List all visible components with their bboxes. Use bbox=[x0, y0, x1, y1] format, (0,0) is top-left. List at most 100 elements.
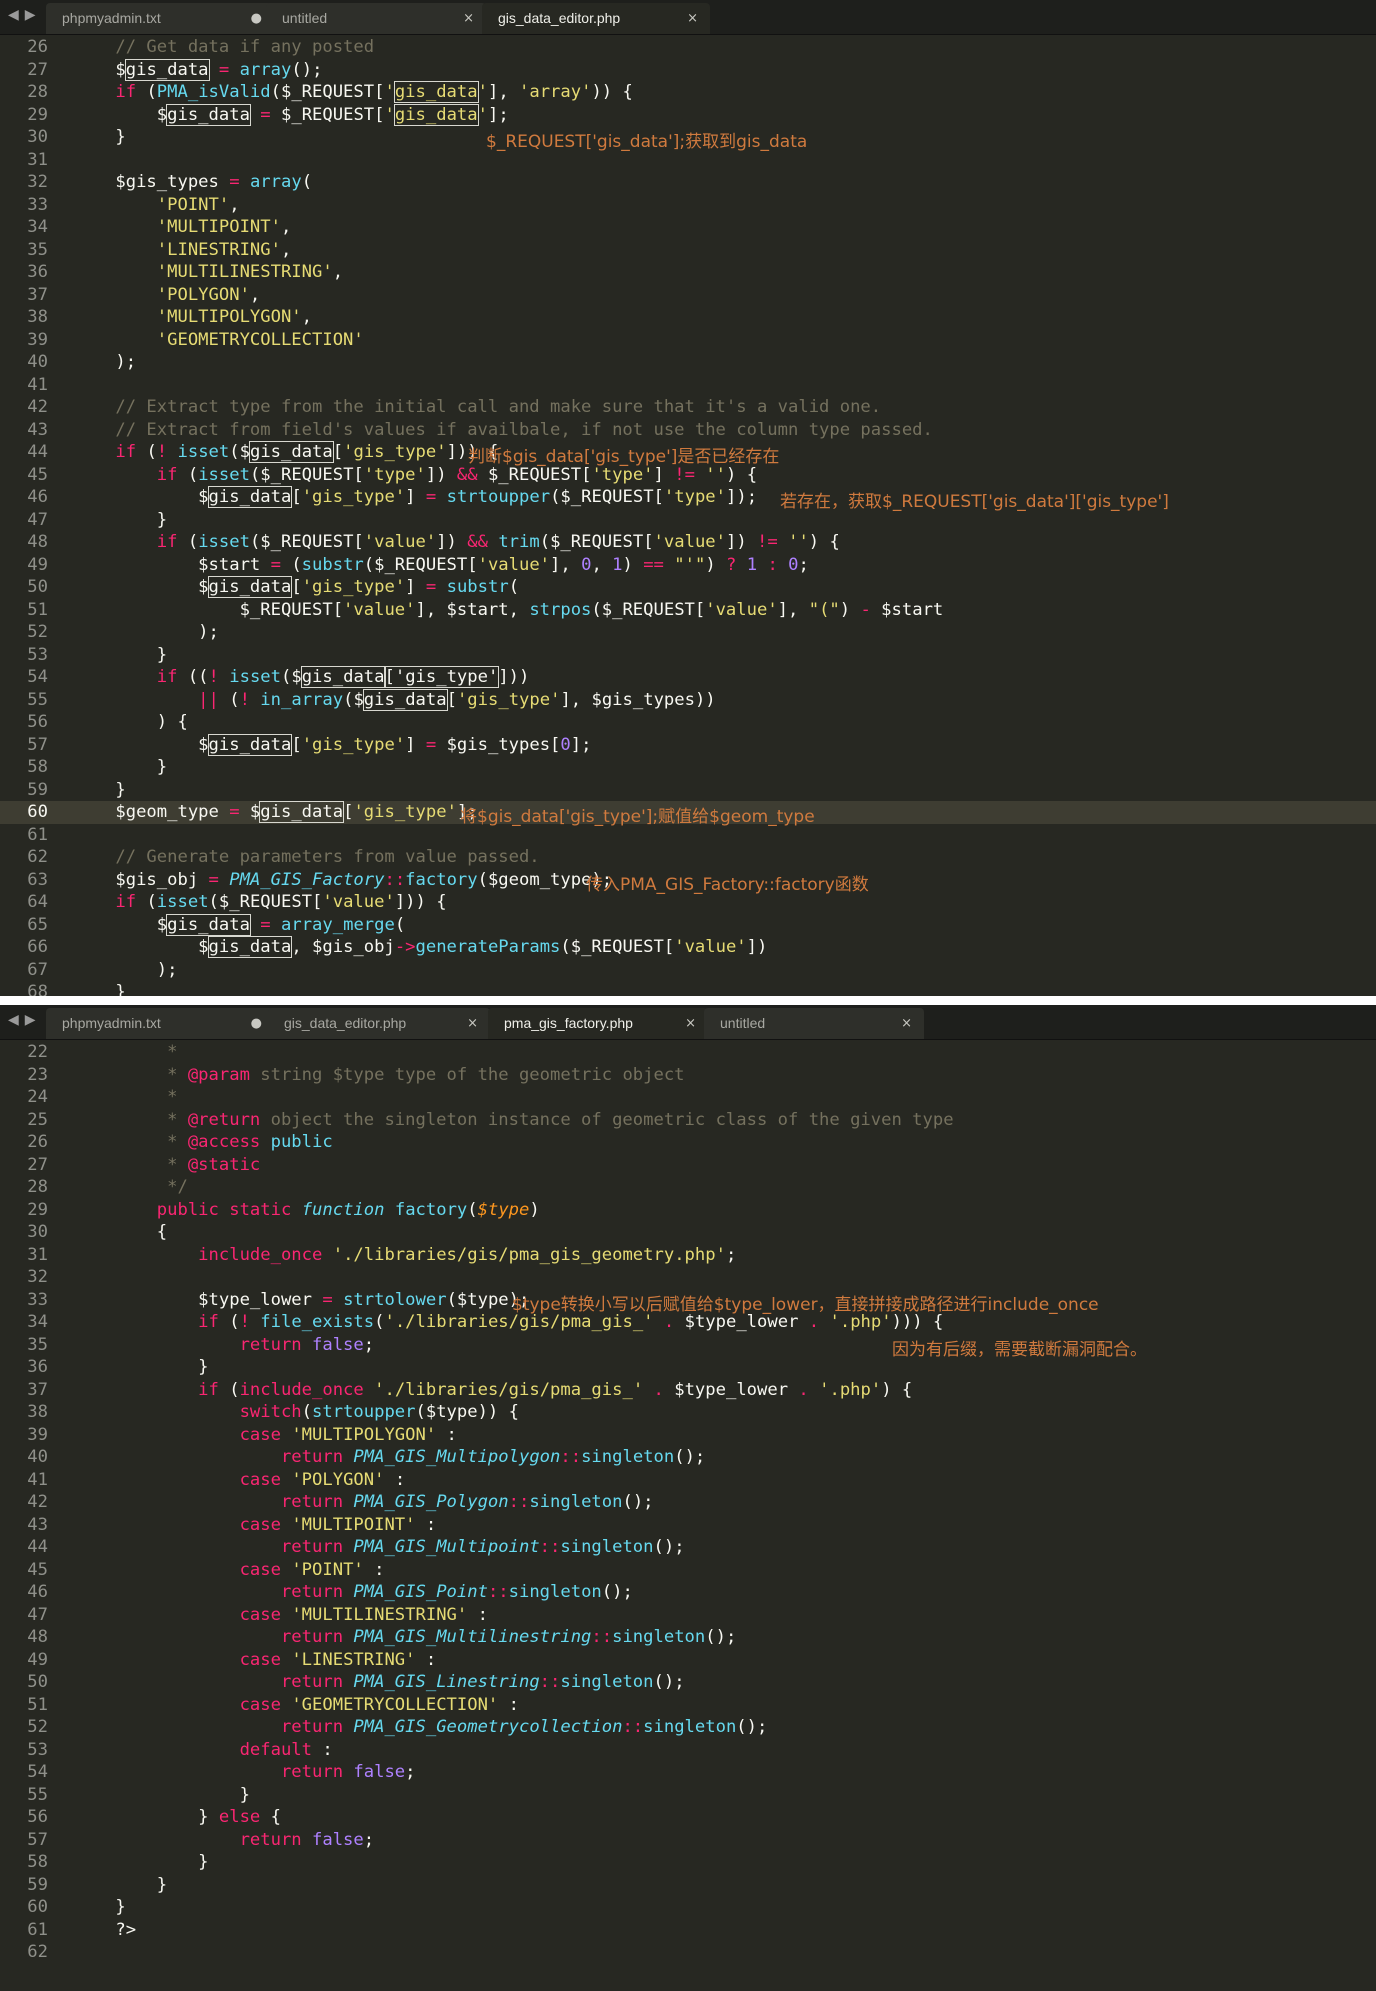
code-line[interactable]: 32 $gis_types = array( bbox=[0, 171, 1376, 194]
code-line[interactable]: 54 if ((! isset($gis_data['gis_type'])) bbox=[0, 666, 1376, 689]
code-line[interactable]: 44 return PMA_GIS_Multipoint::singleton(… bbox=[0, 1536, 1376, 1559]
token: PMA_GIS_Point bbox=[353, 1582, 488, 1602]
code-line[interactable]: 41 bbox=[0, 374, 1376, 397]
code-line[interactable]: 35 'LINESTRING', bbox=[0, 239, 1376, 262]
line-text: 'GEOMETRYCOLLECTION' bbox=[74, 329, 364, 352]
code-line[interactable]: 47 case 'MULTILINESTRING' : bbox=[0, 1604, 1376, 1627]
code-line[interactable]: 29 $gis_data = $_REQUEST['gis_data']; bbox=[0, 103, 1376, 127]
tab-phpmyadmin-txt[interactable]: phpmyadmin.txt ● bbox=[46, 1008, 274, 1039]
code-line[interactable]: 34 'MULTIPOINT', bbox=[0, 216, 1376, 239]
code-line[interactable]: 29 public static function factory($type) bbox=[0, 1199, 1376, 1222]
code-line[interactable]: 68 } bbox=[0, 981, 1376, 996]
code-line[interactable]: 43 // Extract from field's values if ava… bbox=[0, 419, 1376, 442]
tab-untitled[interactable]: untitled × bbox=[704, 1008, 924, 1039]
code-line[interactable]: 38 'MULTIPOLYGON', bbox=[0, 306, 1376, 329]
code-line[interactable]: 42 return PMA_GIS_Polygon::singleton(); bbox=[0, 1491, 1376, 1514]
code-line[interactable]: 30 { bbox=[0, 1221, 1376, 1244]
code-line[interactable]: 58 } bbox=[0, 1851, 1376, 1874]
code-line[interactable]: 67 ); bbox=[0, 959, 1376, 982]
close-icon[interactable]: × bbox=[463, 3, 474, 34]
code-line[interactable]: 36 } bbox=[0, 1356, 1376, 1379]
code-line[interactable]: 39 'GEOMETRYCOLLECTION' bbox=[0, 329, 1376, 352]
code-line[interactable]: 35 return false; bbox=[0, 1334, 1376, 1357]
close-icon[interactable]: × bbox=[901, 1008, 912, 1039]
tab-gis-data-editor[interactable]: gis_data_editor.php × bbox=[482, 3, 710, 34]
code-line[interactable]: 49 $start = (substr($_REQUEST['value'], … bbox=[0, 554, 1376, 577]
code-line[interactable]: 27 $gis_data = array(); bbox=[0, 58, 1376, 82]
tab-untitled[interactable]: untitled × bbox=[266, 3, 486, 34]
token: } bbox=[74, 1874, 168, 1895]
close-icon[interactable]: × bbox=[687, 3, 698, 34]
code-line[interactable]: 49 case 'LINESTRING' : bbox=[0, 1649, 1376, 1672]
tab-phpmyadmin-txt[interactable]: phpmyadmin.txt ● bbox=[46, 3, 274, 34]
code-line[interactable]: 36 'MULTILINESTRING', bbox=[0, 261, 1376, 284]
code-line[interactable]: 37 'POLYGON', bbox=[0, 284, 1376, 307]
code-line[interactable]: 26 // Get data if any posted bbox=[0, 36, 1376, 59]
code-line[interactable]: 61 ?> bbox=[0, 1919, 1376, 1942]
code-line[interactable]: 54 return false; bbox=[0, 1761, 1376, 1784]
code-line[interactable]: 52 ); bbox=[0, 621, 1376, 644]
unsaved-dot-icon[interactable]: ● bbox=[251, 1008, 262, 1039]
close-icon[interactable]: × bbox=[467, 1008, 478, 1039]
code-line[interactable]: 46 $gis_data['gis_type'] = strtoupper($_… bbox=[0, 486, 1376, 509]
token: ] bbox=[405, 734, 426, 755]
code-line[interactable]: 57 $gis_data['gis_type'] = $gis_types[0]… bbox=[0, 733, 1376, 757]
code-line[interactable]: 57 return false; bbox=[0, 1829, 1376, 1852]
code-line[interactable]: 47 } bbox=[0, 509, 1376, 532]
unsaved-dot-icon[interactable]: ● bbox=[251, 3, 262, 34]
code-line[interactable]: 62 bbox=[0, 1941, 1376, 1964]
code-line[interactable]: 37 if (include_once './libraries/gis/pma… bbox=[0, 1379, 1376, 1402]
code-line[interactable]: 66 $gis_data, $gis_obj->generateParams($… bbox=[0, 936, 1376, 959]
code-line[interactable]: 65 $gis_data = array_merge( bbox=[0, 913, 1376, 937]
code-line[interactable]: 48 if (isset($_REQUEST['value']) && trim… bbox=[0, 531, 1376, 554]
code-line[interactable]: 59 } bbox=[0, 779, 1376, 802]
code-line[interactable]: 28 */ bbox=[0, 1176, 1376, 1199]
tab-nav-arrows[interactable]: ◀▶ bbox=[8, 7, 42, 23]
code-line[interactable]: 33 'POINT', bbox=[0, 194, 1376, 217]
code-line[interactable]: 58 } bbox=[0, 756, 1376, 779]
code-line[interactable]: 27 * @static bbox=[0, 1154, 1376, 1177]
code-line[interactable]: 48 return PMA_GIS_Multilinestring::singl… bbox=[0, 1626, 1376, 1649]
code-line[interactable]: 22 * bbox=[0, 1041, 1376, 1064]
code-area[interactable]: 26 // Get data if any posted 27 $gis_data… bbox=[0, 34, 1376, 996]
code-line[interactable]: 32 bbox=[0, 1266, 1376, 1289]
code-line[interactable]: 56 ) { bbox=[0, 711, 1376, 734]
code-line[interactable]: 62 // Generate parameters from value pas… bbox=[0, 846, 1376, 869]
code-line[interactable]: 55 || (! in_array($gis_data['gis_type'],… bbox=[0, 688, 1376, 712]
code-line[interactable]: 53 } bbox=[0, 644, 1376, 667]
code-line[interactable]: 50 return PMA_GIS_Linestring::singleton(… bbox=[0, 1671, 1376, 1694]
code-line[interactable]: 28 if (PMA_isValid($_REQUEST['gis_data']… bbox=[0, 81, 1376, 104]
code-line[interactable]: 40 ); bbox=[0, 351, 1376, 374]
code-line[interactable]: 60 } bbox=[0, 1896, 1376, 1919]
code-line[interactable]: 26 * @access public bbox=[0, 1131, 1376, 1154]
code-line[interactable]: 40 return PMA_GIS_Multipolygon::singleto… bbox=[0, 1446, 1376, 1469]
code-line[interactable]: 53 default : bbox=[0, 1739, 1376, 1762]
tab-gis-data-editor[interactable]: gis_data_editor.php × bbox=[268, 1008, 490, 1039]
code-line[interactable]: 31 include_once './libraries/gis/pma_gis… bbox=[0, 1244, 1376, 1267]
code-line[interactable]: 50 $gis_data['gis_type'] = substr( bbox=[0, 576, 1376, 599]
token: 'POINT' bbox=[291, 1559, 364, 1580]
tab-nav-arrows[interactable]: ◀▶ bbox=[8, 1012, 42, 1028]
code-line[interactable]: 38 switch(strtoupper($type)) { bbox=[0, 1401, 1376, 1424]
code-line[interactable]: 24 * bbox=[0, 1086, 1376, 1109]
code-line[interactable]: 25 * @return object the singleton instan… bbox=[0, 1109, 1376, 1132]
code-line[interactable]: 52 return PMA_GIS_Geometrycollection::si… bbox=[0, 1716, 1376, 1739]
code-line[interactable]: 46 return PMA_GIS_Point::singleton(); bbox=[0, 1581, 1376, 1604]
line-number: 41 bbox=[27, 1469, 48, 1490]
code-line[interactable]: 56 } else { bbox=[0, 1806, 1376, 1829]
token: ( bbox=[280, 554, 302, 575]
code-line[interactable]: 39 case 'MULTIPOLYGON' : bbox=[0, 1424, 1376, 1447]
code-line[interactable]: 45 case 'POINT' : bbox=[0, 1559, 1376, 1582]
code-line[interactable]: 55 } bbox=[0, 1784, 1376, 1807]
code-line[interactable]: 41 case 'POLYGON' : bbox=[0, 1469, 1376, 1492]
code-line[interactable]: 23 * @param string $type type of the geo… bbox=[0, 1064, 1376, 1087]
close-icon[interactable]: × bbox=[685, 1008, 696, 1039]
code-line[interactable]: 43 case 'MULTIPOINT' : bbox=[0, 1514, 1376, 1537]
tab-pma-gis-factory[interactable]: pma_gis_factory.php × bbox=[488, 1008, 708, 1039]
code-line[interactable]: 59 } bbox=[0, 1874, 1376, 1897]
code-line[interactable]: 42 // Extract type from the initial call… bbox=[0, 396, 1376, 419]
code-line[interactable]: 51 case 'GEOMETRYCOLLECTION' : bbox=[0, 1694, 1376, 1717]
code-line[interactable]: 51 $_REQUEST['value'], $start, strpos($_… bbox=[0, 599, 1376, 622]
code-area[interactable]: 22 * 23 * @param string $type type of the… bbox=[0, 1039, 1376, 1991]
